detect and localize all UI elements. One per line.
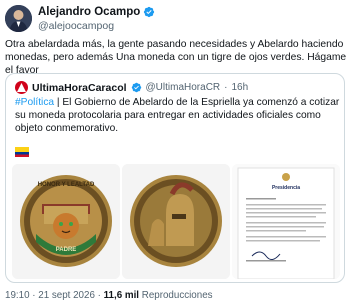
tweet-header: Alejandro Ocampo @alejoocampog xyxy=(5,3,345,35)
verified-badge-icon xyxy=(131,82,142,93)
author-avatar[interactable] xyxy=(5,5,32,32)
separator-dot: · xyxy=(29,290,39,301)
author-name[interactable]: Alejandro Ocampo xyxy=(38,6,140,18)
hashtag-link[interactable]: #Política xyxy=(15,97,54,108)
quoted-timestamp[interactable]: 16h xyxy=(231,82,248,93)
coin-legend-bottom: PADRE xyxy=(56,247,77,253)
quoted-author-name[interactable]: UltimaHoraCaracol xyxy=(32,82,127,94)
quoted-tweet[interactable]: UltimaHoraCaracol @UltimaHoraCR · 16h #P… xyxy=(5,73,345,283)
presidencia-document-image[interactable]: Presidencia xyxy=(232,164,340,279)
tweet-meta: 19:10 · 21 sept 2026 · 11,6 mil Reproduc… xyxy=(5,290,213,301)
author-handle[interactable]: @alejoocampog xyxy=(38,20,155,32)
quoted-tweet-text: #Política | El Gobierno de Abelardo de l… xyxy=(15,96,340,136)
separator-dot: · xyxy=(224,82,228,93)
tweet-card[interactable]: Alejandro Ocampo @alejoocampog Otra abel… xyxy=(0,0,350,302)
quoted-author-avatar[interactable] xyxy=(15,81,28,94)
views-count: 11,6 mil xyxy=(103,290,140,301)
separator-dot: · xyxy=(94,290,104,301)
quoted-author-handle[interactable]: @UltimaHoraCR xyxy=(146,82,221,93)
tiger-coin-image[interactable]: HONOR Y LEALTAD PADRE xyxy=(12,164,120,279)
views-label: Reproducciones xyxy=(139,290,213,301)
tweet-time[interactable]: 19:10 xyxy=(5,290,30,301)
verified-badge-icon xyxy=(143,6,155,18)
colombia-flag-icon xyxy=(15,144,29,157)
media-grid: HONOR Y LEALTAD PADRE Presidencia xyxy=(12,164,340,279)
spartan-coin-image[interactable] xyxy=(122,164,230,279)
document-heading: Presidencia xyxy=(272,185,300,191)
quoted-tweet-header: UltimaHoraCaracol @UltimaHoraCR · 16h xyxy=(15,81,248,94)
tweet-date[interactable]: 21 sept 2026 xyxy=(38,290,95,301)
coin-legend-top: HONOR Y LEALTAD xyxy=(38,182,95,188)
tweet-text: Otra abelardada más, la gente pasando ne… xyxy=(5,39,347,77)
quoted-body: | El Gobierno de Abelardo de la Espriell… xyxy=(15,97,340,135)
